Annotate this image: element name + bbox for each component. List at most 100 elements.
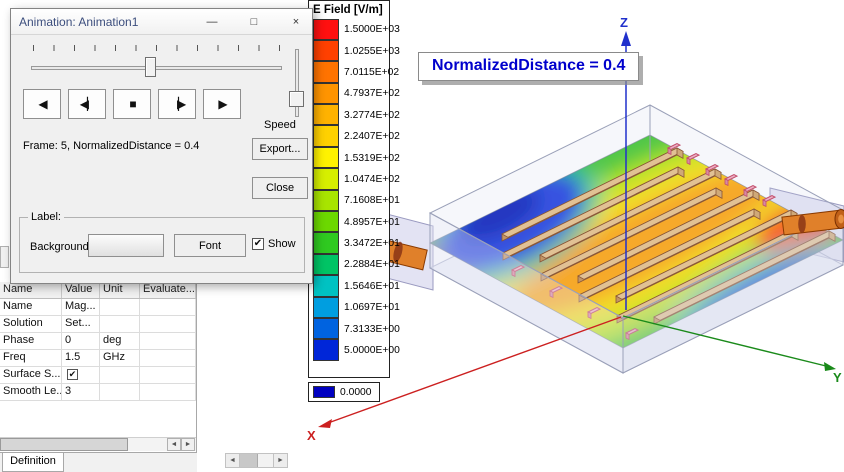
property-value[interactable]: Mag...: [62, 299, 100, 315]
legend-entry: 5.0000E+00: [313, 340, 389, 361]
legend-value: 1.0474E+02: [344, 174, 400, 185]
property-unit: deg: [100, 333, 140, 349]
show-checkbox-label: Show: [268, 238, 296, 250]
legend-entry: 1.5000E+03: [313, 19, 389, 40]
property-name: Phase: [0, 333, 62, 349]
tab-definition[interactable]: Definition: [2, 453, 64, 472]
legend-color-swatch: [313, 19, 339, 40]
axis-x-label: X: [307, 428, 316, 443]
legend-title: E Field [V/m]: [313, 4, 389, 16]
legend-color-swatch: [313, 40, 339, 61]
legend-value: 4.8957E+01: [344, 217, 400, 228]
playback-icon: ▕▶: [170, 97, 184, 111]
legend-color-swatch: [313, 83, 339, 104]
property-value[interactable]: 3: [62, 384, 100, 400]
legend-scale: 1.5000E+03 1.0255E+03 7.0115E+02 4.7937E…: [313, 19, 389, 361]
legend-entry: 1.0255E+03: [313, 40, 389, 61]
property-name: Smooth Le...: [0, 384, 62, 400]
background-color-button[interactable]: [88, 234, 164, 257]
legend-color-swatch: [313, 339, 339, 360]
background-label: Background:: [30, 241, 92, 253]
legend-zero-entry: 0.0000: [308, 382, 380, 402]
property-unit: [100, 299, 140, 315]
playback-icon: ■: [129, 97, 134, 111]
property-evaluated: [140, 316, 196, 332]
play-forward-button[interactable]: ▶: [203, 89, 241, 119]
legend-value: 1.0697E+01: [344, 302, 400, 313]
legend-value: 1.5646E+01: [344, 281, 400, 292]
property-evaluated: [140, 299, 196, 315]
step-reverse-button[interactable]: ◀▏: [68, 89, 106, 119]
property-row[interactable]: Surface S... ✔: [0, 367, 196, 384]
close-window-button[interactable]: ×: [288, 16, 304, 28]
playback-controls: ◀ ◀▏ ■ ▕▶ ▶: [23, 89, 241, 119]
legend-value: 3.3472E+01: [344, 238, 400, 249]
legend-color-swatch: [313, 211, 339, 232]
legend-entry: 2.2884E+01: [313, 254, 389, 275]
animation-dialog-titlebar[interactable]: Animation: Animation1 — □ ×: [11, 9, 312, 35]
legend-value: 7.1608E+01: [344, 195, 400, 206]
speed-slider-thumb[interactable]: [289, 91, 304, 107]
legend-color-swatch: [313, 104, 339, 125]
property-checkbox: ✔: [67, 369, 78, 380]
axis-z-label: Z: [620, 15, 628, 30]
property-row[interactable]: Phase 0 deg: [0, 333, 196, 350]
legend-value: 2.2407E+02: [344, 131, 400, 142]
properties-hscrollbar[interactable]: ◄ ►: [0, 437, 196, 451]
property-evaluated: [140, 367, 196, 383]
properties-hscrollbar-thumb[interactable]: [0, 438, 128, 451]
panel-edge-handle[interactable]: [0, 246, 9, 268]
property-value[interactable]: ✔: [62, 367, 100, 383]
frame-slider-ticks: [33, 45, 280, 51]
property-value[interactable]: 0: [62, 333, 100, 349]
legend-color-swatch: [313, 232, 339, 253]
viewport-hscrollbar[interactable]: ◄ ►: [225, 453, 288, 468]
property-row[interactable]: Solution Set...: [0, 316, 196, 333]
properties-column-header[interactable]: Evaluate...: [140, 282, 196, 298]
property-evaluated: [140, 384, 196, 400]
scroll-right-icon[interactable]: ►: [273, 454, 287, 467]
font-button[interactable]: Font: [174, 234, 246, 257]
legend-color-swatch: [313, 275, 339, 296]
properties-column-header[interactable]: Value: [62, 282, 100, 298]
property-name: Name: [0, 299, 62, 315]
properties-column-header[interactable]: Unit: [100, 282, 140, 298]
property-row[interactable]: Freq 1.5 GHz: [0, 350, 196, 367]
properties-column-header[interactable]: Name: [0, 282, 62, 298]
legend-color-swatch: [313, 318, 339, 339]
property-row[interactable]: Name Mag...: [0, 299, 196, 316]
minimize-button[interactable]: —: [204, 16, 220, 28]
legend-color-swatch: [313, 147, 339, 168]
legend-entry: 7.3133E+00: [313, 318, 389, 339]
show-checkbox[interactable]: ✔: [252, 238, 264, 250]
property-name: Surface S...: [0, 367, 62, 383]
speed-label: Speed: [264, 119, 296, 131]
play-reverse-button[interactable]: ◀: [23, 89, 61, 119]
legend-color-swatch: [313, 297, 339, 318]
frame-slider-thumb[interactable]: [145, 57, 156, 77]
legend-value: 2.2884E+01: [344, 259, 400, 270]
scroll-right-icon[interactable]: ►: [181, 438, 195, 451]
property-value[interactable]: Set...: [62, 316, 100, 332]
stop-button[interactable]: ■: [113, 89, 151, 119]
label-group: Label: Background: Font ✔ Show: [19, 217, 305, 273]
legend-entry: 1.0474E+02: [313, 169, 389, 190]
maximize-button[interactable]: □: [246, 16, 262, 28]
scroll-left-icon[interactable]: ◄: [226, 454, 240, 467]
property-value[interactable]: 1.5: [62, 350, 100, 366]
property-evaluated: [140, 350, 196, 366]
legend-value: 1.5319E+02: [344, 153, 400, 164]
legend-entry: 7.0115E+02: [313, 62, 389, 83]
legend-entry: 4.8957E+01: [313, 212, 389, 233]
property-row[interactable]: Smooth Le... 3: [0, 384, 196, 401]
scroll-left-icon[interactable]: ◄: [167, 438, 181, 451]
legend-entry: 7.1608E+01: [313, 190, 389, 211]
legend-value: 5.0000E+00: [344, 345, 400, 356]
viewport-hscrollbar-thumb[interactable]: [240, 454, 258, 467]
step-forward-button[interactable]: ▕▶: [158, 89, 196, 119]
frame-slider[interactable]: [31, 66, 282, 70]
export-button[interactable]: Export...: [252, 138, 308, 160]
close-button[interactable]: Close: [252, 177, 308, 199]
frame-status-text: Frame: 5, NormalizedDistance = 0.4: [23, 140, 199, 152]
legend-entry: 3.2774E+02: [313, 105, 389, 126]
